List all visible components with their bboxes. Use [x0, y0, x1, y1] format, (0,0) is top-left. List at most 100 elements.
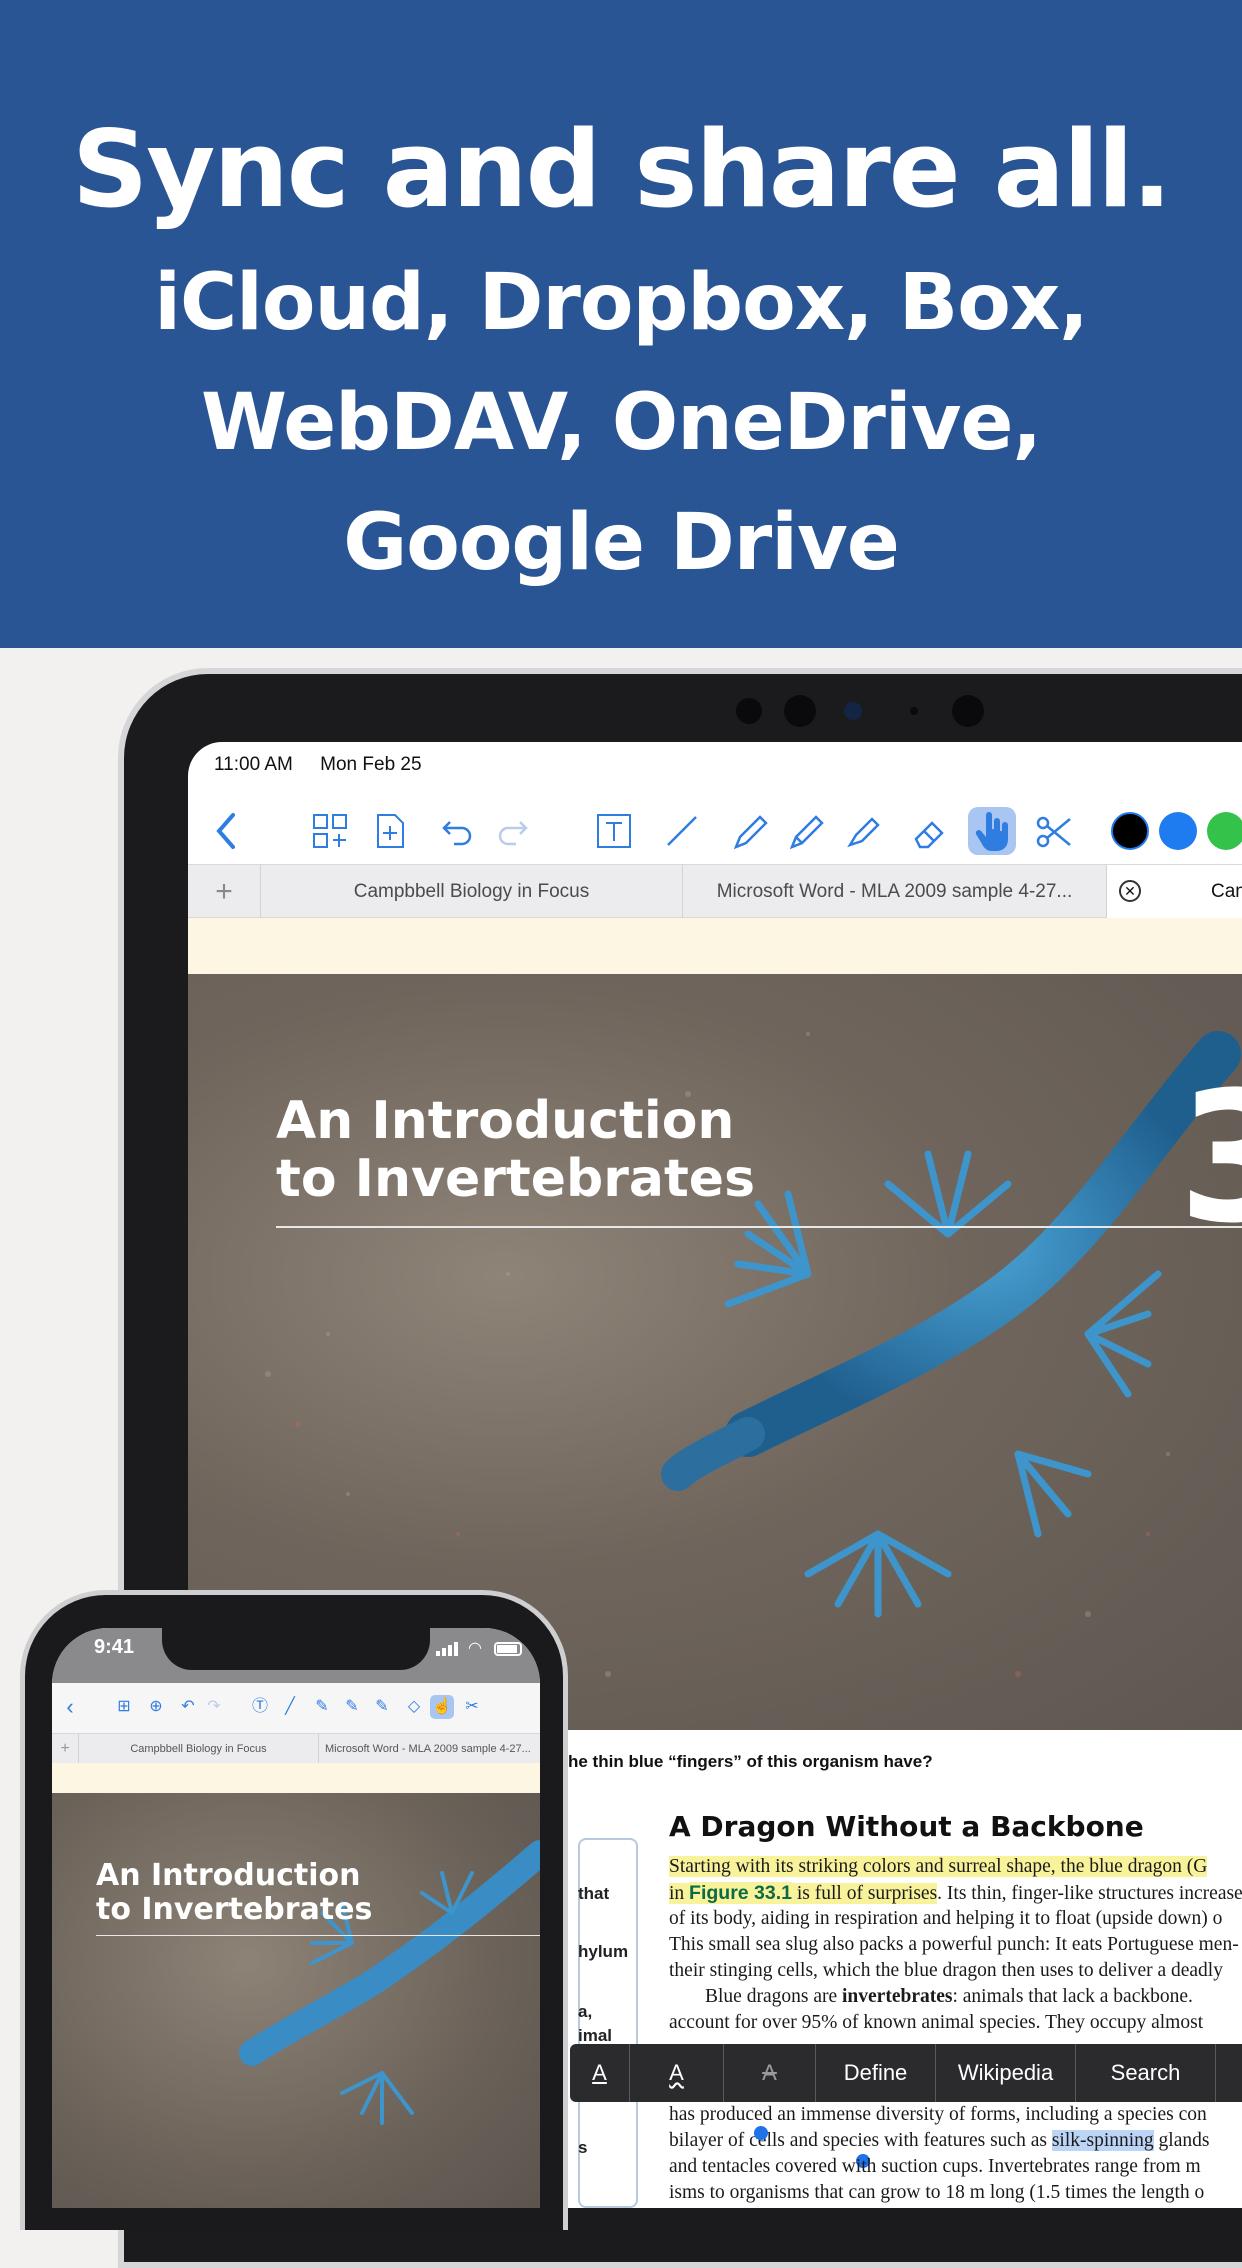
- add-tab-button[interactable]: +: [188, 865, 260, 919]
- search-button[interactable]: Search: [1076, 2044, 1216, 2102]
- eraser-icon[interactable]: ◇: [402, 1695, 426, 1719]
- chapter-title-rule: [96, 1935, 540, 1936]
- chapter-title-rule: [276, 1226, 1242, 1228]
- paragraph-line: Starting with its striking colors and su…: [669, 1856, 1242, 1878]
- question-text: he thin blue “fingers” of this organism …: [568, 1752, 933, 1771]
- document-tabs: + Campbbell Biology in Focus Microsoft W…: [188, 864, 1242, 919]
- glossary-term[interactable]: invertebrates: [842, 1986, 952, 2007]
- iphone-document-tabs: + Campbbell Biology in Focus Microsoft W…: [52, 1733, 540, 1764]
- highlighted-text[interactable]: is full of surprises: [796, 1883, 938, 1904]
- add-tab-button[interactable]: +: [52, 1734, 78, 1764]
- hand-pointer-icon[interactable]: ☝: [430, 1695, 454, 1719]
- define-button[interactable]: Define: [816, 2044, 936, 2102]
- page-header-strip: [188, 918, 1242, 974]
- sidebar-text: imal: [578, 2026, 613, 2045]
- highlighted-text[interactable]: Starting with its striking colors and su…: [669, 1856, 1208, 1877]
- close-tab-icon[interactable]: ✕: [1119, 880, 1141, 902]
- squiggly-button[interactable]: A: [630, 2044, 724, 2102]
- eraser-icon[interactable]: [908, 807, 956, 855]
- banner-headline: Sync and share all.: [71, 108, 1172, 231]
- tab-campbell-biology[interactable]: Campbbell Biology in Focus: [260, 865, 682, 919]
- strikethrough-button[interactable]: A: [724, 2044, 816, 2102]
- paragraph-line: and tentacles covered with suction cups.…: [669, 2156, 1201, 2177]
- text-context-menu: A A A Define Wikipedia Search: [570, 2044, 1242, 2102]
- iphone-screen: 9:41 ◠ ‹ ⊞ ⊕ ↶ ↷ Ⓣ ╱ ✎ ✎ ✎ ◇ ☝ ✂ + Campb…: [52, 1628, 540, 2208]
- paragraph-line: their stinging cells, which the blue dra…: [669, 1960, 1223, 1981]
- chapter-title-line-1: An Introduction: [96, 1858, 361, 1893]
- color-blue-swatch[interactable]: [1154, 807, 1202, 855]
- undo-icon[interactable]: [434, 807, 482, 855]
- tab-active[interactable]: ✕ Cam: [1106, 865, 1242, 919]
- text-box-icon[interactable]: [590, 807, 638, 855]
- paragraph-line: has produced an immense diversity of for…: [669, 2104, 1207, 2125]
- pencil-icon[interactable]: ✎: [340, 1695, 364, 1719]
- iphone-notch: [162, 1628, 430, 1670]
- line-icon[interactable]: ╱: [278, 1695, 302, 1719]
- blue-dragon-image: [239, 1840, 540, 2125]
- add-page-icon[interactable]: [366, 807, 414, 855]
- banner-line-1: iCloud, Dropbox, Box,: [154, 258, 1089, 348]
- tab-mla-sample[interactable]: Microsoft Word - MLA 2009 sample 4-27...: [682, 865, 1106, 919]
- hand-pointer-icon[interactable]: [968, 807, 1016, 855]
- color-green-swatch[interactable]: [1202, 807, 1242, 855]
- ipad-sensor: [784, 695, 816, 727]
- status-date: Mon Feb 25: [320, 754, 422, 775]
- sidebar-text: a,: [578, 2002, 593, 2021]
- iphone-chapter-cover-image: An Introduction to Invertebrates: [52, 1793, 540, 2208]
- pencil-icon[interactable]: [784, 807, 832, 855]
- sidebar-text: that: [578, 1884, 610, 1903]
- color-black-swatch[interactable]: [1106, 807, 1154, 855]
- battery-icon: [494, 1642, 522, 1656]
- paragraph-text: glands: [1158, 2130, 1210, 2151]
- scissors-icon[interactable]: ✂: [460, 1695, 484, 1719]
- signal-icon: [436, 1642, 462, 1656]
- pen-icon[interactable]: [728, 807, 776, 855]
- thumbnails-add-icon[interactable]: ⊞: [112, 1695, 136, 1719]
- figure-link[interactable]: Figure 33.1: [689, 1882, 793, 1904]
- add-page-icon[interactable]: ⊕: [144, 1695, 168, 1719]
- highlighted-text[interactable]: in: [669, 1883, 685, 1904]
- paragraph-text: Blue dragons are: [705, 1986, 838, 2007]
- iphone-page-header-strip: [52, 1763, 540, 1793]
- paragraph-line: account for over 95% of known animal spe…: [669, 2012, 1204, 2033]
- undo-icon[interactable]: ↶: [176, 1695, 200, 1719]
- sidebar-text: s: [578, 2138, 588, 2157]
- thumbnails-add-icon[interactable]: [306, 807, 354, 855]
- back-chevron-icon[interactable]: [202, 807, 250, 855]
- chapter-title: An Introduction to Invertebrates: [276, 1092, 755, 1208]
- selection-start-handle[interactable]: [754, 2126, 768, 2140]
- redo-icon[interactable]: [488, 807, 536, 855]
- paragraph-line: This small sea slug also packs a powerfu…: [669, 1934, 1239, 1955]
- ipad-camera: [844, 702, 862, 720]
- chapter-number: 3: [1178, 1054, 1242, 1263]
- chapter-title-line-2: to Invertebrates: [96, 1892, 373, 1927]
- scissors-icon[interactable]: [1030, 807, 1078, 855]
- line-icon[interactable]: [658, 807, 706, 855]
- back-chevron-icon[interactable]: ‹: [58, 1695, 82, 1719]
- chapter-title-line-1: An Introduction: [276, 1091, 735, 1151]
- status-bar: 11:00 AM Mon Feb 25: [214, 754, 444, 776]
- highlighter-icon[interactable]: ✎: [370, 1695, 394, 1719]
- paragraph-text: bilayer of cells and species with featur…: [669, 2130, 1047, 2151]
- highlighter-icon[interactable]: [840, 807, 888, 855]
- wikipedia-button[interactable]: Wikipedia: [936, 2044, 1076, 2102]
- wifi-icon: ◠: [468, 1640, 482, 1657]
- tab-mla-sample[interactable]: Microsoft Word - MLA 2009 sample 4-27...: [318, 1734, 540, 1764]
- paragraph-text: . Its thin, finger-like structures incre…: [937, 1883, 1242, 1904]
- iphone-toolbar: ‹ ⊞ ⊕ ↶ ↷ Ⓣ ╱ ✎ ✎ ✎ ◇ ☝ ✂: [52, 1683, 540, 1733]
- section-title: A Dragon Without a Backbone: [669, 1810, 1144, 1843]
- paragraph-text: : animals that lack a backbone.: [952, 1986, 1193, 2007]
- pen-icon[interactable]: ✎: [310, 1695, 334, 1719]
- tab-active-label: Cam: [1211, 881, 1242, 902]
- annotation-toolbar: [188, 797, 1242, 865]
- tab-campbell-biology[interactable]: Campbbell Biology in Focus: [78, 1734, 318, 1764]
- text-box-icon[interactable]: Ⓣ: [248, 1695, 272, 1719]
- selected-text[interactable]: silk-spinning: [1051, 2130, 1154, 2151]
- ipad-sensor: [952, 695, 984, 727]
- underline-button[interactable]: A: [570, 2044, 630, 2102]
- banner-line-3: Google Drive: [343, 498, 900, 588]
- paragraph-line: Blue dragons are invertebrates: animals …: [669, 1986, 1242, 2008]
- paragraph-line: of its body, aiding in respiration and h…: [669, 1908, 1223, 1929]
- paragraph-line: in Figure 33.1 is full of surprises. Its…: [669, 1882, 1242, 1905]
- redo-icon[interactable]: ↷: [202, 1695, 226, 1719]
